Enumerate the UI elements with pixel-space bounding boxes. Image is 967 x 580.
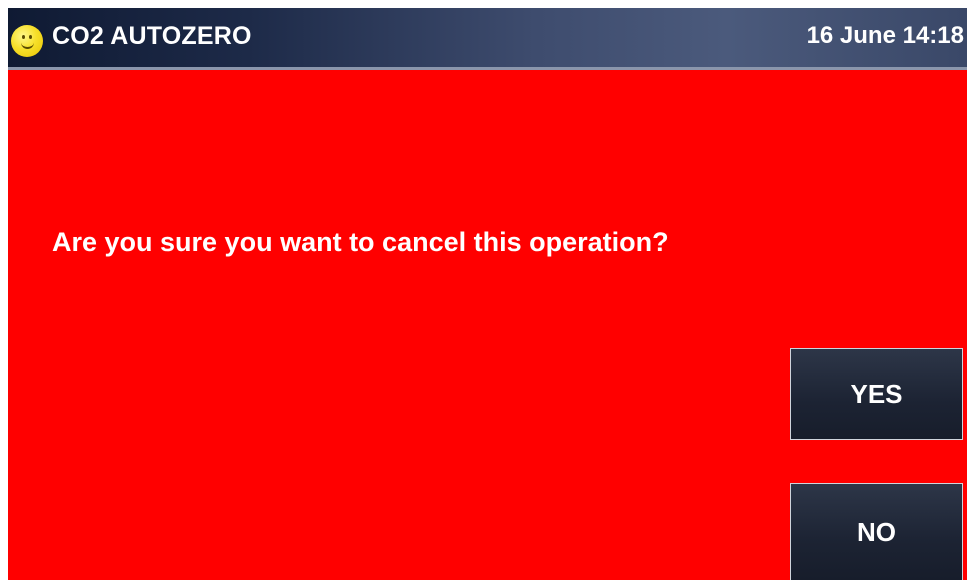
yes-button-label: YES bbox=[850, 378, 903, 409]
no-button[interactable]: NO bbox=[790, 483, 963, 580]
yes-button[interactable]: YES bbox=[790, 348, 963, 440]
header-bar: CO2 AUTOZERO 16 June 14:18 bbox=[8, 8, 967, 70]
smiley-left-eye bbox=[22, 35, 25, 39]
no-button-label: NO bbox=[857, 516, 896, 547]
smiley-right-eye bbox=[29, 35, 32, 39]
smiley-face-icon bbox=[11, 25, 43, 57]
confirmation-message: Are you sure you want to cancel this ope… bbox=[52, 227, 669, 257]
screen-title: CO2 AUTOZERO bbox=[52, 22, 252, 50]
confirm-cancel-screen: CO2 AUTOZERO 16 June 14:18 Are you sure … bbox=[8, 8, 967, 580]
smiley-mouth bbox=[21, 40, 34, 49]
date-time: 16 June 14:18 bbox=[806, 22, 964, 49]
